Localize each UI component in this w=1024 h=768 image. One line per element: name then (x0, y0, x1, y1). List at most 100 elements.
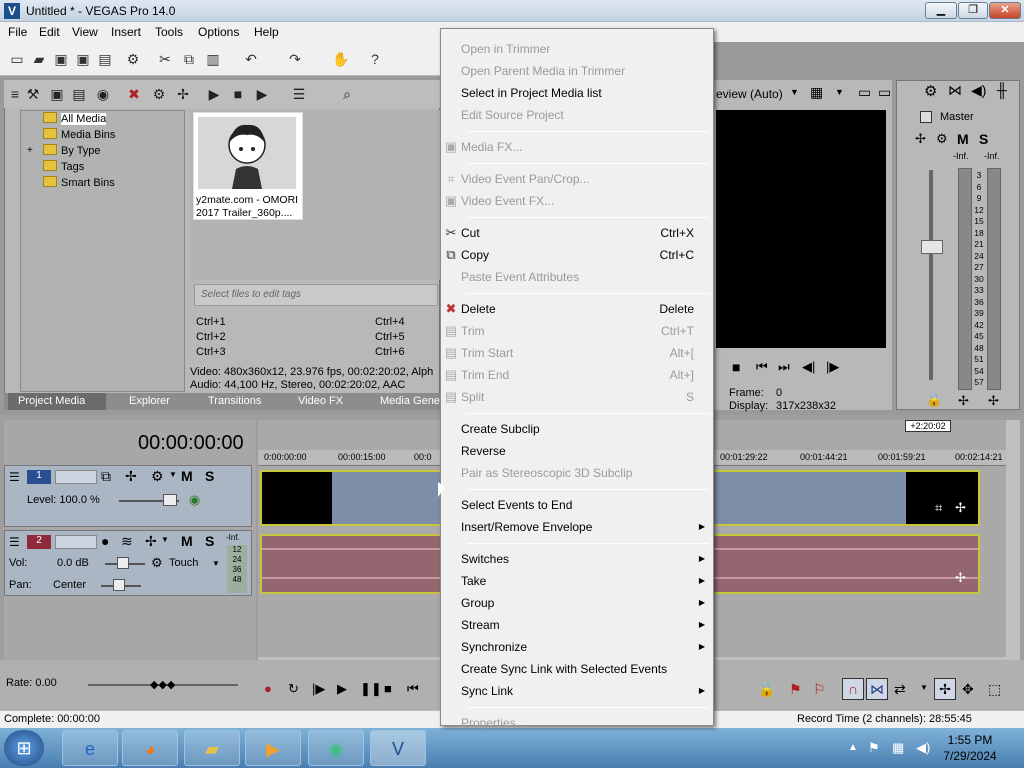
menu-item-sync-link[interactable]: Sync Link ▶ (461, 681, 711, 701)
copy-snapshot-icon[interactable]: ▭ (858, 84, 871, 101)
track-number[interactable]: 2 (27, 535, 51, 549)
track-name-field[interactable] (55, 535, 97, 549)
bus-icon[interactable]: ⋈ (948, 82, 962, 99)
menu-item-create-subclip[interactable]: Create Subclip (461, 419, 711, 439)
menu-item-reverse[interactable]: Reverse (461, 441, 711, 461)
fx-icon[interactable]: ⚙ (936, 131, 948, 147)
help-icon[interactable]: ? (366, 50, 384, 68)
previous-frame-icon[interactable]: ⏮ (756, 359, 768, 375)
cut-icon[interactable]: ✂ (156, 50, 174, 68)
pan-crop-icon[interactable]: ⌗ (935, 500, 942, 516)
menu-item-insert-remove-envelope[interactable]: Insert/Remove Envelope ▶ (461, 517, 711, 537)
collapse-icon[interactable]: ☰ (9, 470, 20, 484)
preview-screen[interactable] (716, 110, 886, 348)
chevron-down-icon[interactable]: ▼ (920, 683, 928, 692)
menu-item-delete[interactable]: Delete Delete (461, 299, 711, 319)
preview-quality[interactable]: eview (Auto) (716, 87, 783, 101)
save-as-icon[interactable]: ▣ (74, 50, 92, 68)
show-hidden-icons[interactable]: ▲ (848, 742, 858, 753)
close-button[interactable]: ✕ (989, 2, 1021, 19)
vertical-scrollbar[interactable] (1006, 420, 1020, 660)
left-channel-icon[interactable]: ✢ (958, 393, 969, 409)
mute-button[interactable]: M (181, 468, 193, 484)
tab-media-generators[interactable]: Media Gene (380, 395, 440, 407)
auto-crossfade-icon[interactable]: ⋈ (866, 678, 888, 700)
network-icon[interactable]: ▦ (892, 740, 904, 756)
maximize-button[interactable]: ❐ (958, 2, 988, 19)
internet-explorer-icon[interactable]: e (62, 730, 118, 766)
stop-icon[interactable]: ■ (384, 681, 392, 696)
expand-icon[interactable]: + (27, 143, 33, 159)
motion-icon[interactable]: ✢ (125, 468, 137, 485)
menu-options[interactable]: Options (198, 25, 239, 39)
solo-button[interactable]: S (979, 131, 988, 147)
menu-item-switches[interactable]: Switches ▶ (461, 549, 711, 569)
envelope-tool-icon[interactable]: ✥ (962, 681, 974, 698)
save-icon[interactable]: ▣ (52, 50, 70, 68)
arm-record-icon[interactable]: ● (101, 533, 109, 549)
automation-mode[interactable]: Touch (169, 557, 198, 569)
paste-icon[interactable]: ▥ (204, 50, 222, 68)
start-button[interactable]: ⊞ (4, 730, 44, 766)
track-fx-icon[interactable]: ⚙ (151, 468, 164, 485)
chevron-down-icon[interactable]: ▼ (161, 535, 169, 544)
media-player-icon[interactable]: ▶ (245, 730, 301, 766)
go-to-start-icon[interactable]: ⏮ (407, 681, 419, 697)
collapse-icon[interactable]: ☰ (9, 535, 20, 549)
plugin-icon[interactable]: ✢ (174, 85, 192, 103)
get-media-icon[interactable]: ▤ (70, 85, 88, 103)
flag-icon[interactable]: ⚑ (868, 740, 880, 756)
tab-video-fx[interactable]: Video FX (298, 395, 343, 407)
automation-gear-icon[interactable]: ⚙ (151, 555, 163, 571)
pause-icon[interactable]: ❚❚ (360, 681, 382, 697)
tab-project-media[interactable]: Project Media (18, 395, 85, 407)
track-name-field[interactable] (55, 470, 97, 484)
play-from-start-icon[interactable]: |▶ (312, 681, 325, 697)
lock-icon[interactable]: 🔒 (926, 392, 942, 408)
stop-icon[interactable]: ■ (229, 85, 247, 103)
menu-item-synchronize[interactable]: Synchronize ▶ (461, 637, 711, 657)
level-slider[interactable] (163, 494, 177, 506)
event-fx-icon[interactable]: ✢ (955, 500, 966, 516)
chevron-down-icon[interactable]: ▼ (835, 87, 844, 97)
tree-item-tags[interactable]: Tags (21, 159, 184, 175)
tags-input[interactable]: Select files to edit tags (194, 284, 438, 306)
selection-tool-icon[interactable]: ⬚ (988, 681, 1001, 698)
next-frame-icon[interactable]: ⏭ (778, 359, 790, 375)
menu-file[interactable]: File (8, 25, 27, 39)
video-track-header[interactable]: ☰ 1 ⧉ ✢ ⚙ ▼ M S Level: 100.0 % ◉ (4, 465, 252, 527)
import-icon[interactable]: ≡ (6, 85, 24, 103)
menu-item-select-in-project-media-list[interactable]: Select in Project Media list (461, 83, 711, 103)
mute-button[interactable]: M (957, 131, 969, 147)
play-icon[interactable]: ▶ (205, 85, 223, 103)
composite-mode-icon[interactable]: ◉ (189, 492, 200, 508)
downmix-icon[interactable]: ╫ (997, 82, 1007, 98)
firefox-icon[interactable]: ◕ (122, 730, 178, 766)
menu-item-stream[interactable]: Stream ▶ (461, 615, 711, 635)
master-select-box[interactable] (920, 111, 932, 123)
master-fader[interactable] (921, 240, 943, 254)
menu-item-copy[interactable]: Copy Ctrl+C (461, 245, 711, 265)
undo-icon[interactable]: ↶ (242, 50, 260, 68)
tab-explorer[interactable]: Explorer (129, 395, 170, 407)
tree-item-media-bins[interactable]: Media Bins (21, 127, 184, 143)
frame-forward-icon[interactable]: |▶ (826, 359, 839, 375)
menu-item-group[interactable]: Group ▶ (461, 593, 711, 613)
event-tool-icon[interactable]: ✋ (332, 50, 350, 68)
copy-icon[interactable]: ⧉ (180, 50, 198, 68)
auto-preview-icon[interactable]: ▶ (253, 85, 271, 103)
audio-track-header[interactable]: ☰ 2 ● ≋ ✢ ▼ M S -Inf. 12 24 36 48 Vol: 0.0 … (4, 530, 252, 596)
volume-icon[interactable]: ◀) (916, 740, 930, 756)
lock-icon[interactable]: 🔒 (758, 681, 775, 698)
open-icon[interactable]: ▰ (30, 50, 48, 68)
rate-slider[interactable]: ◆◆◆ (150, 678, 175, 691)
right-channel-icon[interactable]: ✢ (988, 393, 999, 409)
save-snapshot-icon[interactable]: ▭ (878, 84, 891, 101)
menu-tools[interactable]: Tools (155, 25, 183, 39)
menu-insert[interactable]: Insert (111, 25, 141, 39)
minimize-button[interactable]: ▁ (925, 2, 957, 19)
menu-view[interactable]: View (72, 25, 98, 39)
overlays-icon[interactable]: ▦ (810, 84, 823, 101)
menu-item-cut[interactable]: Cut Ctrl+X (461, 223, 711, 243)
track-number[interactable]: 1 (27, 470, 51, 484)
